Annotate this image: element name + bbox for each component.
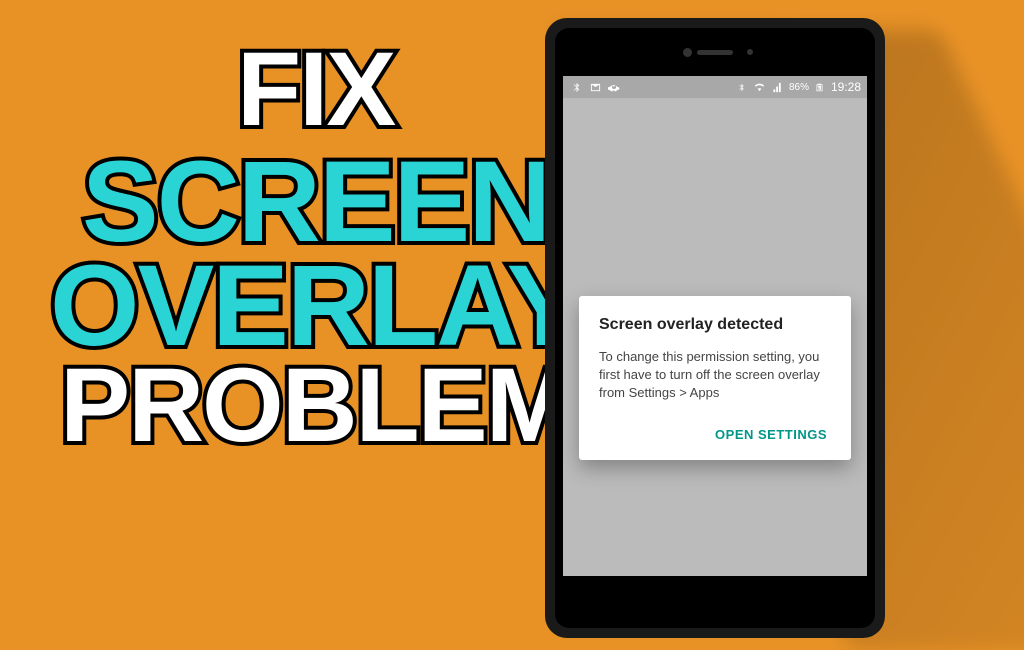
signal-icon bbox=[771, 81, 785, 93]
settings-icon bbox=[607, 81, 621, 93]
title-line-2: SCREEN bbox=[82, 148, 549, 257]
wifi-icon bbox=[753, 81, 767, 93]
battery-percent: 86% bbox=[789, 82, 809, 93]
clock-time: 19:28 bbox=[831, 80, 861, 94]
speaker-slot bbox=[697, 50, 733, 55]
camera-dot bbox=[683, 48, 692, 57]
status-bar: 86% 19:28 bbox=[563, 76, 867, 98]
title-line-3: OVERLAY bbox=[50, 252, 581, 361]
dialog-actions: OPEN SETTINGS bbox=[599, 421, 831, 448]
bluetooth-icon-right bbox=[735, 81, 749, 93]
dialog-body: To change this permission setting, you f… bbox=[599, 348, 831, 403]
open-settings-button[interactable]: OPEN SETTINGS bbox=[711, 421, 831, 448]
status-right: 86% 19:28 bbox=[735, 80, 861, 94]
status-left bbox=[569, 81, 621, 93]
title-line-4: PROBLEM bbox=[60, 356, 571, 456]
mail-icon bbox=[588, 81, 602, 93]
phone-top-bezel bbox=[555, 28, 875, 76]
battery-icon bbox=[813, 81, 827, 93]
dialog-title: Screen overlay detected bbox=[599, 316, 831, 334]
bluetooth-icon bbox=[569, 81, 583, 93]
thumbnail-title: FIX SCREEN OVERLAY PROBLEM bbox=[50, 40, 581, 456]
title-line-1: FIX bbox=[237, 40, 394, 140]
permission-dialog: Screen overlay detected To change this p… bbox=[579, 296, 851, 460]
phone-inner: 86% 19:28 Screen overlay detected To cha… bbox=[555, 28, 875, 628]
sensor-dot bbox=[747, 49, 753, 55]
phone-screen: 86% 19:28 Screen overlay detected To cha… bbox=[563, 76, 867, 576]
phone-frame: 86% 19:28 Screen overlay detected To cha… bbox=[545, 18, 885, 638]
